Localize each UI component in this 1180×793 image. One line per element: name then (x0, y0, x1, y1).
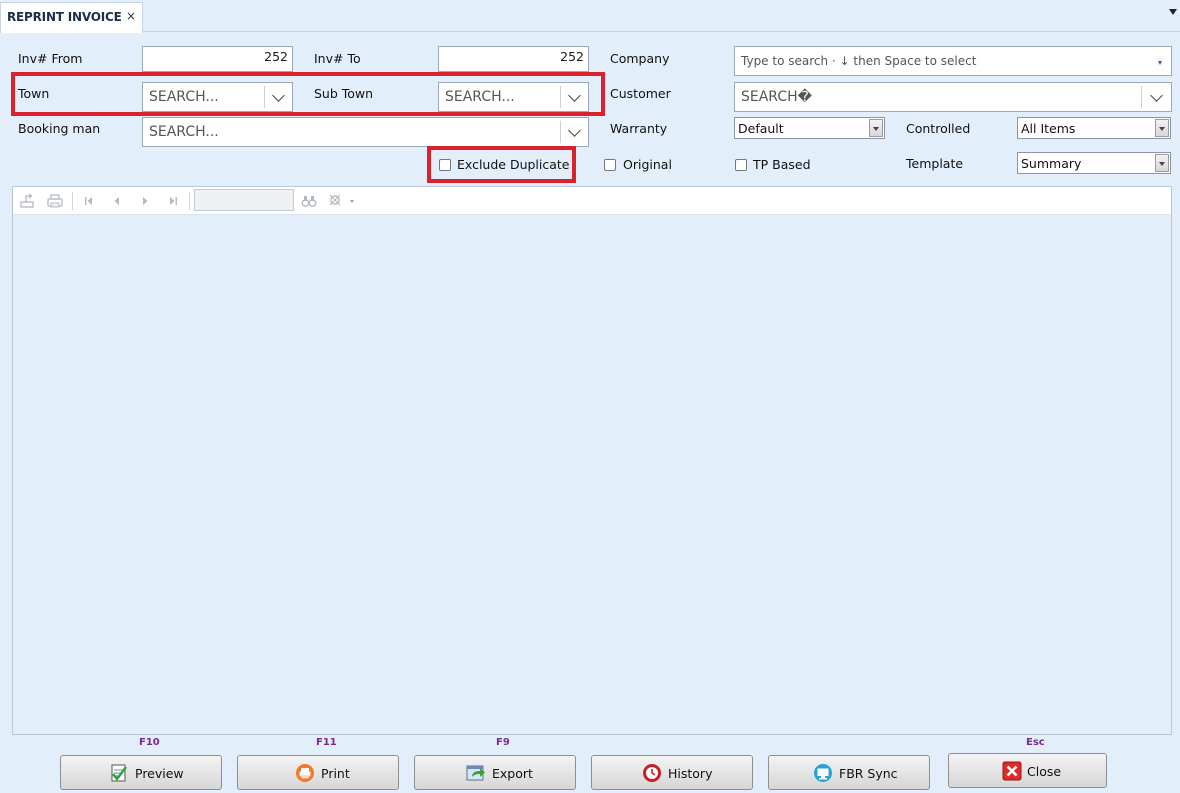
toolbar-separator (72, 192, 73, 210)
booking-man-separator (560, 121, 561, 143)
controlled-label: Controlled (906, 121, 971, 136)
customer-label: Customer (610, 86, 671, 101)
customer-separator (1141, 86, 1142, 108)
history-label: History (668, 766, 713, 781)
export-icon (466, 763, 486, 783)
booking-man-combo[interactable]: SEARCH... (142, 117, 589, 147)
fbr-sync-button[interactable]: FBR Sync (768, 755, 930, 790)
print-shortcut: F11 (316, 737, 337, 748)
tp-based-label: TP Based (753, 157, 811, 172)
exclude-duplicate-checkbox[interactable] (439, 159, 451, 171)
company-dropdown-icon[interactable] (1158, 61, 1162, 65)
export-button[interactable]: Export (414, 755, 576, 790)
original-checkbox[interactable] (604, 159, 616, 171)
inv-to-input[interactable]: 252 (438, 46, 589, 72)
template-select[interactable]: Summary (1017, 152, 1171, 174)
report-viewer (12, 186, 1172, 735)
report-viewer-toolbar (13, 187, 1171, 215)
export-label: Export (492, 766, 533, 781)
history-icon (642, 763, 662, 783)
preview-shortcut: F10 (139, 737, 160, 748)
find-binoculars-icon[interactable] (301, 193, 317, 209)
company-label: Company (610, 51, 670, 66)
next-page-icon[interactable] (137, 193, 153, 209)
last-page-icon[interactable] (165, 193, 181, 209)
page-number-input[interactable] (194, 189, 294, 211)
company-placeholder: Type to search · ↓ then Space to select (741, 54, 977, 68)
tab-close-icon[interactable]: × (126, 9, 136, 23)
inv-from-input[interactable]: 252 (142, 46, 293, 72)
preview-button[interactable]: Preview (60, 755, 222, 790)
tab-strip (0, 0, 1180, 32)
exclude-duplicate-label: Exclude Duplicate (457, 157, 570, 172)
toolbar-separator (189, 192, 190, 210)
export-report-icon[interactable] (20, 193, 36, 209)
tp-based-checkbox[interactable] (735, 159, 747, 171)
tab-menu-dropdown-icon[interactable] (1169, 9, 1177, 15)
template-dropdown-icon[interactable] (1155, 154, 1169, 172)
customer-value: SEARCH� (741, 89, 812, 105)
template-value: Summary (1021, 156, 1082, 171)
close-icon (1002, 761, 1022, 781)
print-button[interactable]: Print (237, 755, 399, 790)
tab-title: REPRINT INVOICE (7, 10, 122, 24)
close-shortcut: Esc (1026, 737, 1045, 748)
export-shortcut: F9 (496, 737, 510, 748)
company-search-input[interactable]: Type to search · ↓ then Space to select (734, 46, 1172, 76)
booking-man-chevron-down-icon[interactable] (568, 124, 581, 137)
warranty-label: Warranty (610, 121, 668, 136)
town-row-highlight (11, 72, 605, 116)
warranty-dropdown-icon[interactable] (869, 119, 883, 137)
zoom-dropdown-icon[interactable] (350, 200, 354, 203)
controlled-dropdown-icon[interactable] (1155, 119, 1169, 137)
customer-combo[interactable]: SEARCH� (734, 82, 1172, 112)
print-icon (295, 763, 315, 783)
print-report-icon[interactable] (47, 193, 63, 209)
original-label: Original (623, 157, 672, 172)
warranty-value: Default (738, 121, 784, 136)
inv-from-label: Inv# From (18, 51, 83, 66)
history-button[interactable]: History (591, 755, 753, 790)
first-page-icon[interactable] (81, 193, 97, 209)
close-label: Close (1027, 764, 1062, 779)
customer-chevron-down-icon[interactable] (1150, 89, 1163, 102)
previous-page-icon[interactable] (109, 193, 125, 209)
fbr-sync-icon (813, 763, 833, 783)
preview-icon (109, 763, 129, 783)
controlled-select[interactable]: All Items (1017, 117, 1171, 139)
preview-label: Preview (135, 766, 184, 781)
zoom-icon[interactable] (328, 193, 344, 209)
fbr-sync-label: FBR Sync (839, 766, 898, 781)
close-button[interactable]: Close (948, 753, 1107, 788)
controlled-value: All Items (1021, 121, 1076, 136)
template-label: Template (906, 156, 964, 171)
inv-to-label: Inv# To (314, 51, 361, 66)
tab-reprint-invoice[interactable]: REPRINT INVOICE × (0, 2, 143, 33)
print-label: Print (321, 766, 350, 781)
booking-man-value: SEARCH... (149, 124, 219, 140)
warranty-select[interactable]: Default (734, 117, 885, 139)
booking-man-label: Booking man (18, 121, 101, 136)
